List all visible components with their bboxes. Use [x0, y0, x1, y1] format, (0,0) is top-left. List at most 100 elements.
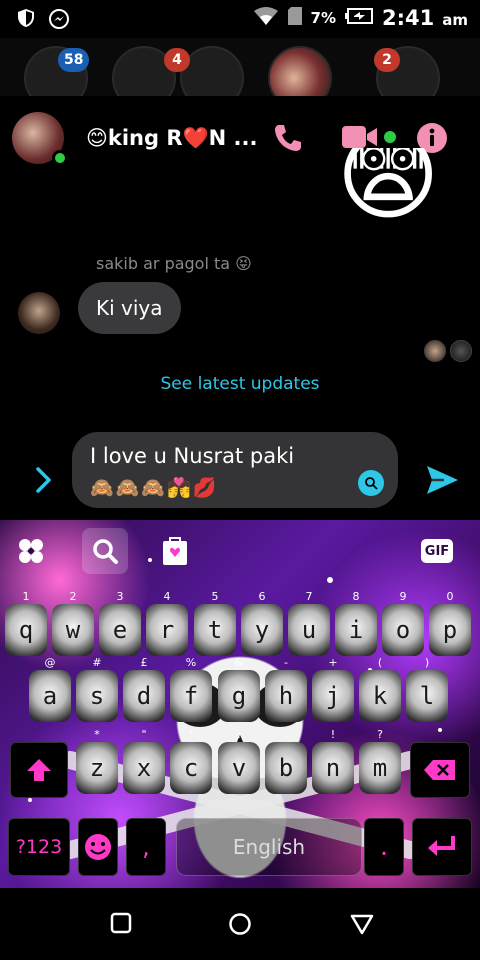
key-label: o [395, 616, 411, 644]
emoji-icon [85, 834, 111, 860]
key-label: w [65, 616, 81, 644]
key[interactable]: 7u [288, 590, 330, 656]
status-bar: 7% 2:41 am [0, 0, 480, 38]
key[interactable]: £ d [123, 656, 165, 722]
apps-icon[interactable] [8, 528, 54, 574]
key[interactable]: @ a [29, 656, 71, 722]
key-hint: & [234, 656, 244, 669]
phone-icon[interactable] [272, 122, 304, 158]
key-label: u [301, 616, 317, 644]
reply-context-label: sakib ar pagol ta 😝 [96, 254, 252, 273]
key-hint: @ [44, 656, 56, 669]
sim-icon [287, 6, 303, 30]
key[interactable]: + j [312, 656, 354, 722]
chat-head[interactable] [268, 46, 332, 96]
emoji-key[interactable] [78, 818, 118, 876]
key-label: a [42, 682, 58, 710]
period-key[interactable]: . [364, 818, 404, 876]
message-input[interactable]: I love u Nusrat paki 🙈🙈🙈💏💋 [72, 432, 398, 508]
search-icon[interactable] [82, 528, 128, 574]
key[interactable]: " x [123, 728, 165, 794]
key-hint: # [92, 656, 102, 669]
key-hint: : [237, 728, 241, 741]
message-bubble[interactable]: Ki viya [78, 282, 181, 334]
chat-head[interactable] [180, 46, 244, 96]
key-hint: 2 [69, 590, 77, 603]
space-key[interactable]: English [176, 818, 362, 876]
enter-icon [428, 836, 455, 856]
key[interactable]: 9o [382, 590, 424, 656]
key[interactable]: ' c [170, 728, 212, 794]
theme-store-icon[interactable] [152, 528, 198, 574]
unread-badge: 4 [164, 48, 190, 72]
key[interactable]: ) l [406, 656, 448, 722]
wifi-icon [253, 6, 279, 30]
key-hint: ! [330, 728, 336, 741]
key-hint: + [328, 656, 338, 669]
recents-icon[interactable] [110, 912, 132, 938]
key-label: s [89, 682, 105, 710]
key-label: l [419, 682, 435, 710]
contact-name[interactable]: 😊king R❤️N ... [86, 126, 258, 151]
shield-icon [16, 8, 36, 34]
message-input-text: I love u Nusrat paki [90, 444, 295, 468]
home-icon[interactable] [228, 912, 252, 940]
key-hint: 6 [258, 590, 266, 603]
key[interactable]: 0p [429, 590, 471, 656]
key[interactable]: ; b [265, 728, 307, 794]
key[interactable]: # s [76, 656, 118, 722]
key-label: f [183, 682, 199, 710]
key-hint: ; [284, 728, 288, 741]
seen-avatar [450, 340, 472, 362]
key[interactable]: * z [76, 728, 118, 794]
send-icon[interactable] [424, 462, 460, 502]
key-hint: " [141, 728, 147, 741]
key[interactable]: 5t [194, 590, 236, 656]
backspace-icon [424, 760, 455, 780]
key-hint: 4 [163, 590, 171, 603]
key[interactable]: 3e [99, 590, 141, 656]
key[interactable]: 8i [335, 590, 377, 656]
key-label: r [159, 616, 175, 644]
messenger-icon [48, 8, 70, 34]
key-label: k [372, 682, 388, 710]
symbols-key[interactable]: ?123 [8, 818, 70, 876]
key[interactable]: :v [218, 728, 260, 794]
back-icon[interactable] [350, 912, 374, 940]
key-label: y [254, 616, 270, 644]
key-hint: 0 [446, 590, 454, 603]
key-hint: ) [424, 656, 430, 669]
key-hint: * [94, 728, 100, 741]
key[interactable]: -h [265, 656, 307, 722]
key-hint: ' [189, 728, 193, 741]
enter-key[interactable] [412, 818, 472, 876]
key-hint: 8 [352, 590, 360, 603]
key[interactable]: 1q [5, 590, 47, 656]
key-label: p [442, 616, 458, 644]
unread-badge: 2 [374, 48, 400, 72]
see-latest-updates-link[interactable]: See latest updates [0, 374, 480, 394]
lens-search-icon[interactable] [358, 470, 384, 496]
key-label: c [183, 754, 199, 782]
key-label: j [325, 682, 341, 710]
sender-avatar[interactable] [18, 292, 60, 334]
emoji-message[interactable]: 😨 [336, 148, 442, 232]
key[interactable]: ! n [312, 728, 354, 794]
key[interactable]: 6y [241, 590, 283, 656]
key[interactable]: ? m [359, 728, 401, 794]
key[interactable]: & g [218, 656, 260, 722]
key-label: m [372, 754, 388, 782]
chevron-right-icon[interactable] [34, 466, 54, 498]
key[interactable]: 4r [146, 590, 188, 656]
backspace-key[interactable] [410, 742, 470, 798]
key[interactable]: (k [359, 656, 401, 722]
key-label: d [136, 682, 152, 710]
key[interactable]: % f [170, 656, 212, 722]
key[interactable]: 2w [52, 590, 94, 656]
shift-key[interactable] [10, 742, 68, 798]
comma-key[interactable]: , [126, 818, 166, 876]
gif-icon[interactable]: GIF [414, 528, 460, 574]
key-hint: % [185, 656, 197, 669]
shift-icon [27, 759, 51, 781]
key-hint: ? [377, 728, 383, 741]
